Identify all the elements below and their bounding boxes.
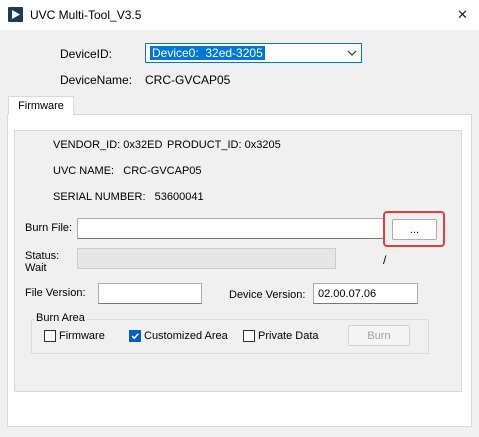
chevron-down-icon [347,50,357,56]
checkmark-icon [129,330,141,342]
device-version-label: Device Version: [229,289,306,301]
tab-firmware[interactable]: Firmware [8,96,74,115]
private-data-checkbox-label[interactable]: Private Data [258,330,319,342]
firmware-checkbox-label[interactable]: Firmware [59,330,105,342]
burn-file-label: Burn File: [25,222,73,234]
close-button[interactable]: ✕ [446,0,479,30]
vendor-id-text: VENDOR_ID: 0x32ED [53,139,163,151]
device-id-dropdown[interactable]: Device0: 32ed-3205 [145,43,362,63]
file-version-label: File Version: [25,287,86,299]
serial-number-text: SERIAL NUMBER: 53600041 [53,191,204,203]
device-id-selected-value: Device0: 32ed-3205 [150,46,265,60]
status-slash: / [383,253,387,267]
burn-file-input[interactable] [77,218,384,239]
device-version-value: 02.00.07.06 [318,288,377,300]
device-version-field[interactable]: 02.00.07.06 [313,283,418,304]
private-data-checkbox[interactable] [243,330,255,342]
customized-area-checkbox[interactable] [129,330,141,342]
window-title: UVC Multi-Tool_V3.5 [30,8,142,22]
burn-progress-bar [77,248,336,269]
play-triangle-icon [8,7,23,22]
status-label: Status: [25,250,60,262]
device-id-label: DeviceID: [60,47,113,61]
uvc-name-text: UVC NAME: CRC-GVCAP05 [53,165,202,177]
browse-button[interactable]: ... [392,219,437,240]
status-value: Wait [25,262,47,274]
product-id-text: PRODUCT_ID: 0x3205 [167,139,281,151]
customized-area-checkbox-label[interactable]: Customized Area [144,330,228,342]
firmware-checkbox[interactable] [44,330,56,342]
checkbox-unchecked-icon [44,330,56,342]
device-name-value: CRC-GVCAP05 [145,73,231,87]
file-version-field[interactable] [98,283,202,304]
burn-button[interactable]: Burn [348,325,410,346]
device-name-label: DeviceName: [60,73,133,87]
burn-area-legend: Burn Area [34,312,87,324]
close-icon: ✕ [457,7,468,22]
checkbox-unchecked-icon [243,330,255,342]
